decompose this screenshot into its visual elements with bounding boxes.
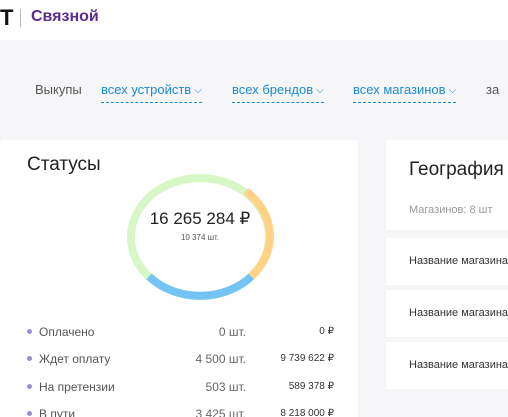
logo-divider [20, 9, 21, 27]
store-list-item[interactable]: Название магазина [386, 342, 508, 389]
brands-dropdown[interactable]: всех брендов ⌵ [232, 81, 324, 103]
store-list-item[interactable]: Название магазина [386, 290, 508, 337]
filter-period-label: за [486, 82, 500, 97]
bullet-icon [27, 411, 32, 416]
total-count: 10 374 шт. [180, 233, 220, 242]
donut-segment-blue [146, 273, 254, 300]
bullet-icon [27, 329, 32, 334]
status-qty: 503 шт. [205, 380, 246, 394]
geography-card: География Магазинов: 8 шт [386, 140, 508, 230]
store-list-item[interactable]: Название магазина [386, 238, 508, 285]
devices-dropdown[interactable]: всех устройств ⌵ [101, 81, 202, 103]
logo-mark: T [0, 5, 14, 30]
total-amount: 16 265 284 ₽ [149, 209, 251, 228]
filter-label: Выкупы [35, 82, 82, 97]
status-sum: 589 378 ₽ [288, 381, 334, 392]
stores-count: Магазинов: 8 шт [409, 204, 493, 216]
statuses-title: Статусы [27, 154, 101, 175]
status-sum: 0 ₽ [319, 326, 334, 337]
store-name: Название магазина [409, 255, 508, 267]
status-qty: 0 шт. [218, 325, 246, 339]
devices-dropdown-label: всех устройств [101, 82, 192, 97]
brand-logo[interactable]: Связной [31, 7, 99, 27]
store-name: Название магазина [409, 359, 508, 371]
status-row-paid: Оплачено 0 шт. 0 ₽ [27, 323, 342, 341]
statuses-card: Статусы 16 265 284 ₽ 10 374 шт. Оплачено… [0, 140, 358, 417]
status-name: На претензии [39, 380, 115, 394]
geography-title: География [409, 159, 504, 180]
status-qty: 3 425 шт. [195, 407, 247, 417]
status-row-claim: На претензии 503 шт. 589 378 ₽ [27, 378, 342, 396]
brands-dropdown-label: всех брендов [232, 82, 314, 97]
status-name: В пути [39, 407, 76, 417]
bullet-icon [27, 384, 32, 389]
bullet-icon [27, 356, 32, 361]
status-name: Ждет оплату [39, 352, 111, 366]
status-row-transit: В пути 3 425 шт. 8 218 000 ₽ [27, 405, 342, 417]
chevron-down-icon: ⌵ [448, 85, 457, 96]
stores-dropdown[interactable]: всех магазинов ⌵ [353, 81, 457, 103]
chevron-down-icon: ⌵ [316, 85, 324, 96]
filter-bar: Выкупы всех устройств ⌵ всех брендов ⌵ все… [0, 74, 508, 106]
stores-dropdown-label: всех магазинов [353, 82, 446, 97]
store-name: Название магазина [409, 307, 508, 319]
chevron-down-icon: ⌵ [194, 85, 202, 96]
header-bar: T Связной [0, 0, 508, 40]
status-row-awaiting: Ждет оплату 4 500 шт. 9 739 622 ₽ [27, 350, 342, 368]
status-sum: 8 218 000 ₽ [280, 408, 334, 417]
status-qty: 4 500 шт. [195, 352, 247, 366]
status-sum: 9 739 622 ₽ [280, 353, 334, 364]
status-name: Оплачено [39, 325, 95, 339]
